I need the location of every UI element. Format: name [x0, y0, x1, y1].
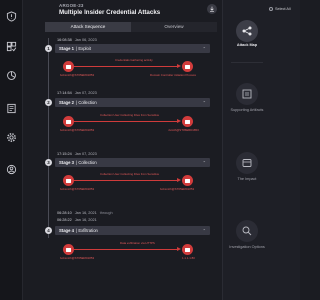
stage-number: 1: [45, 45, 52, 52]
select-all-radio[interactable]: [269, 7, 273, 11]
impact-icon: [242, 159, 252, 167]
stage-number: 3: [45, 159, 52, 166]
stage-timestamp-end: 06:28:22 Jan 16, 2021: [57, 218, 97, 222]
select-all-label[interactable]: Select All: [275, 7, 291, 11]
stage-header[interactable]: Stage 1 | Exploit ⌃: [55, 44, 210, 53]
divider: [231, 62, 263, 63]
target-label[interactable]: Jsmith@ST05ERD1853: [168, 128, 199, 132]
investigation-options-button[interactable]: [236, 220, 258, 242]
attack-map-button[interactable]: [236, 20, 258, 42]
target-label[interactable]: 1.1.1.1:80: [182, 256, 195, 260]
stage-number: 4: [45, 227, 52, 234]
user-node[interactable]: [63, 244, 74, 255]
stage-header[interactable]: Stage 2 | Collection ⌃: [55, 98, 210, 107]
chevron-up-icon: ⌃: [202, 160, 206, 165]
investigation-options-label: Investigation Options: [229, 245, 265, 249]
target-node[interactable]: [182, 61, 193, 72]
source-label[interactable]: bobsmith@ST05ERD1853: [60, 73, 94, 77]
target-label[interactable]: bobsmith@ST05ERD1853: [160, 187, 194, 191]
attack-map-label: Attack Map: [236, 43, 258, 47]
stage-timestamp: 17:14:54 Jan 07, 2023: [57, 91, 97, 95]
edge-label[interactable]: Credentials Gathering activity: [115, 58, 153, 62]
stage-flow: Collection User Collecting Files from Se…: [60, 111, 210, 133]
page-title: Multiple Insider Credential Attacks: [59, 9, 161, 16]
right-panel: Select All Attack Map Supporting Artifac…: [222, 0, 300, 300]
stage-timestamp: 06:28:10 Jan 16, 2021 through: [57, 211, 113, 215]
target-node[interactable]: [182, 116, 193, 127]
supporting-artifacts-label: Supporting Artifacts: [230, 108, 264, 112]
alert-id: ARGOE-23: [59, 3, 84, 8]
stage-timestamp: 16:08:38 Jan 06, 2023: [57, 38, 97, 42]
stage-flow: Credentials Gathering activity bobsmith@…: [60, 56, 210, 78]
timeline-line: [48, 38, 49, 238]
stage-number: 2: [45, 99, 52, 106]
chevron-up-icon: ⌃: [202, 100, 206, 105]
chevron-up-icon: ⌃: [202, 46, 206, 51]
source-label[interactable]: bobsmith@ST05ERD1853: [60, 256, 94, 260]
reports-icon[interactable]: [5, 102, 18, 115]
computer-icon: [185, 119, 190, 124]
user-icon[interactable]: [5, 163, 18, 176]
settings-icon[interactable]: [5, 131, 18, 144]
edge-label[interactable]: Data exfiltration via HTTPS: [120, 241, 155, 245]
alert-shield-icon[interactable]: [5, 10, 18, 23]
analytics-icon[interactable]: [5, 69, 18, 82]
computer-icon: [66, 178, 71, 183]
artifacts-icon: [242, 89, 252, 99]
computer-icon: [66, 119, 71, 124]
attack-timeline: 16:08:38 Jan 06, 2023 1 Stage 1 | Exploit…: [36, 34, 220, 300]
stage-header[interactable]: Stage 4 | Exfiltration ⌃: [55, 226, 210, 235]
download-icon: [210, 6, 214, 12]
stage-title: Stage 3 | Collection: [59, 160, 97, 165]
stage-title: Stage 4 | Exfiltration: [59, 228, 98, 233]
edge-label[interactable]: Collection User Collecting Files from Se…: [100, 113, 159, 117]
supporting-artifacts-button[interactable]: [236, 83, 258, 105]
user-node[interactable]: [63, 116, 74, 127]
stage-flow: Data exfiltration via HTTPS bobsmith@ST0…: [60, 239, 210, 261]
stage-header[interactable]: Stage 3 | Collection ⌃: [55, 158, 210, 167]
dashboard-icon[interactable]: [5, 40, 18, 53]
target-node[interactable]: [182, 175, 193, 186]
impact-button[interactable]: [236, 152, 258, 174]
target-label[interactable]: Domain Controller initiation Process: [150, 73, 196, 77]
computer-icon: [66, 247, 71, 252]
edge-label[interactable]: Collection User Collecting Files from Se…: [100, 172, 159, 176]
investigation-icon: [242, 226, 252, 236]
stage-title: Stage 1 | Exploit: [59, 46, 91, 51]
computer-icon: [66, 64, 71, 69]
tab-overview[interactable]: Overview: [131, 22, 217, 32]
source-label[interactable]: bobsmith@ST05ERD1853: [60, 187, 94, 191]
stage-timestamp: 17:15:24 Jan 07, 2023: [57, 152, 97, 156]
computer-icon: [185, 178, 190, 183]
download-button[interactable]: [207, 4, 217, 14]
stage-title: Stage 2 | Collection: [59, 100, 97, 105]
user-node[interactable]: [63, 175, 74, 186]
left-nav: [0, 0, 23, 300]
view-tabs: Attack Sequence Overview: [45, 22, 217, 32]
computer-icon: [185, 64, 190, 69]
target-node[interactable]: [182, 244, 193, 255]
attack-map-icon: [242, 26, 252, 36]
impact-label: The Impact: [237, 177, 257, 181]
stage-flow: Collection User Collecting Files from Se…: [60, 170, 210, 192]
user-node[interactable]: [63, 61, 74, 72]
source-label[interactable]: bobsmith@ST05ERD1853: [60, 128, 94, 132]
tab-attack-sequence[interactable]: Attack Sequence: [45, 22, 131, 32]
globe-icon: [185, 247, 190, 252]
chevron-up-icon: ⌃: [202, 228, 206, 233]
